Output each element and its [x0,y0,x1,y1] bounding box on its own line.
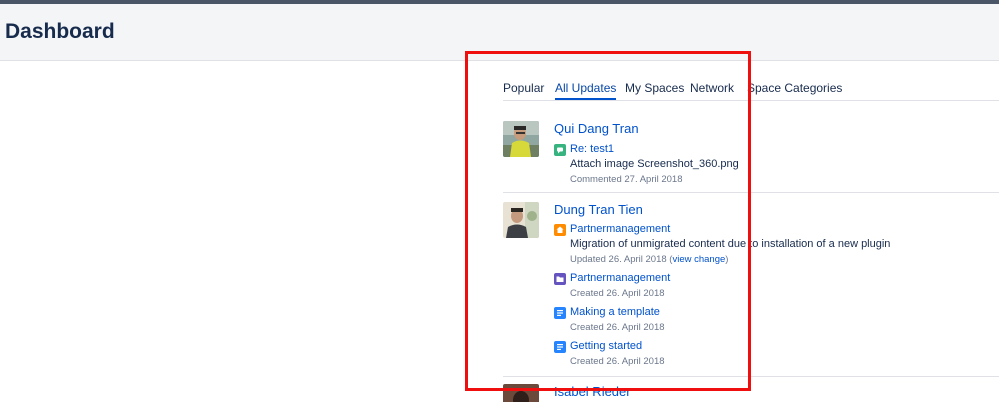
activity-entry: Re: test1 Attach image Screenshot_360.pn… [554,143,994,187]
tab-my-spaces[interactable]: My Spaces [625,81,684,95]
home-icon [554,224,566,236]
content-link[interactable]: Partnermanagement [570,223,670,235]
comment-icon [554,144,566,156]
content-link[interactable]: Getting started [570,340,642,352]
avatar[interactable] [503,384,539,402]
content-link[interactable]: Making a template [570,306,660,318]
activity-entry: Partnermanagement Migration of unmigrate… [554,223,994,267]
activity-meta: Created 26. April 2018 [570,288,665,299]
activity-meta: Commented 27. April 2018 [570,174,683,185]
tab-popular[interactable]: Popular [503,81,544,95]
activity-entry: Partnermanagement Created 26. April 2018 [554,272,994,302]
feed-item: Dung Tran Tien Partnermanagement Migrati… [503,202,999,372]
activity-description: Attach image Screenshot_360.png [570,158,739,170]
avatar[interactable] [503,121,539,157]
activity-meta-text: Updated 26. April 2018 [570,254,667,265]
user-name-link[interactable]: Dung Tran Tien [554,202,643,217]
activity-entry: Getting started Created 26. April 2018 [554,340,994,370]
page-title: Dashboard [5,20,115,43]
activity-meta: Created 26. April 2018 [570,356,665,367]
activity-entry: Making a template Created 26. April 2018 [554,306,994,336]
tab-space-categories[interactable]: Space Categories [747,81,842,95]
content-link[interactable]: Partnermanagement [570,272,670,284]
folder-icon [554,273,566,285]
feed-item: Qui Dang Tran Re: test1 Attach image Scr… [503,121,999,191]
page-header: Dashboard [0,4,999,61]
dashboard-tabs: Popular All Updates My Spaces Network Sp… [503,80,999,101]
tab-network[interactable]: Network [690,81,734,95]
activity-meta: Updated 26. April 2018 (view change) [570,254,729,265]
activity-description: Migration of unmigrated content due to i… [570,238,891,250]
page-icon [554,307,566,319]
tab-all-updates[interactable]: All Updates [555,81,617,100]
view-change-link[interactable]: view change [672,254,725,265]
page-icon [554,341,566,353]
avatar[interactable] [503,202,539,238]
content-link[interactable]: Re: test1 [570,143,614,155]
user-name-link[interactable]: Qui Dang Tran [554,121,639,136]
divider [503,192,999,193]
user-name-link[interactable]: Isabel Rieder [554,384,631,399]
activity-meta: Created 26. April 2018 [570,322,665,333]
divider [503,376,999,377]
feed-item: Isabel Rieder [503,384,999,402]
